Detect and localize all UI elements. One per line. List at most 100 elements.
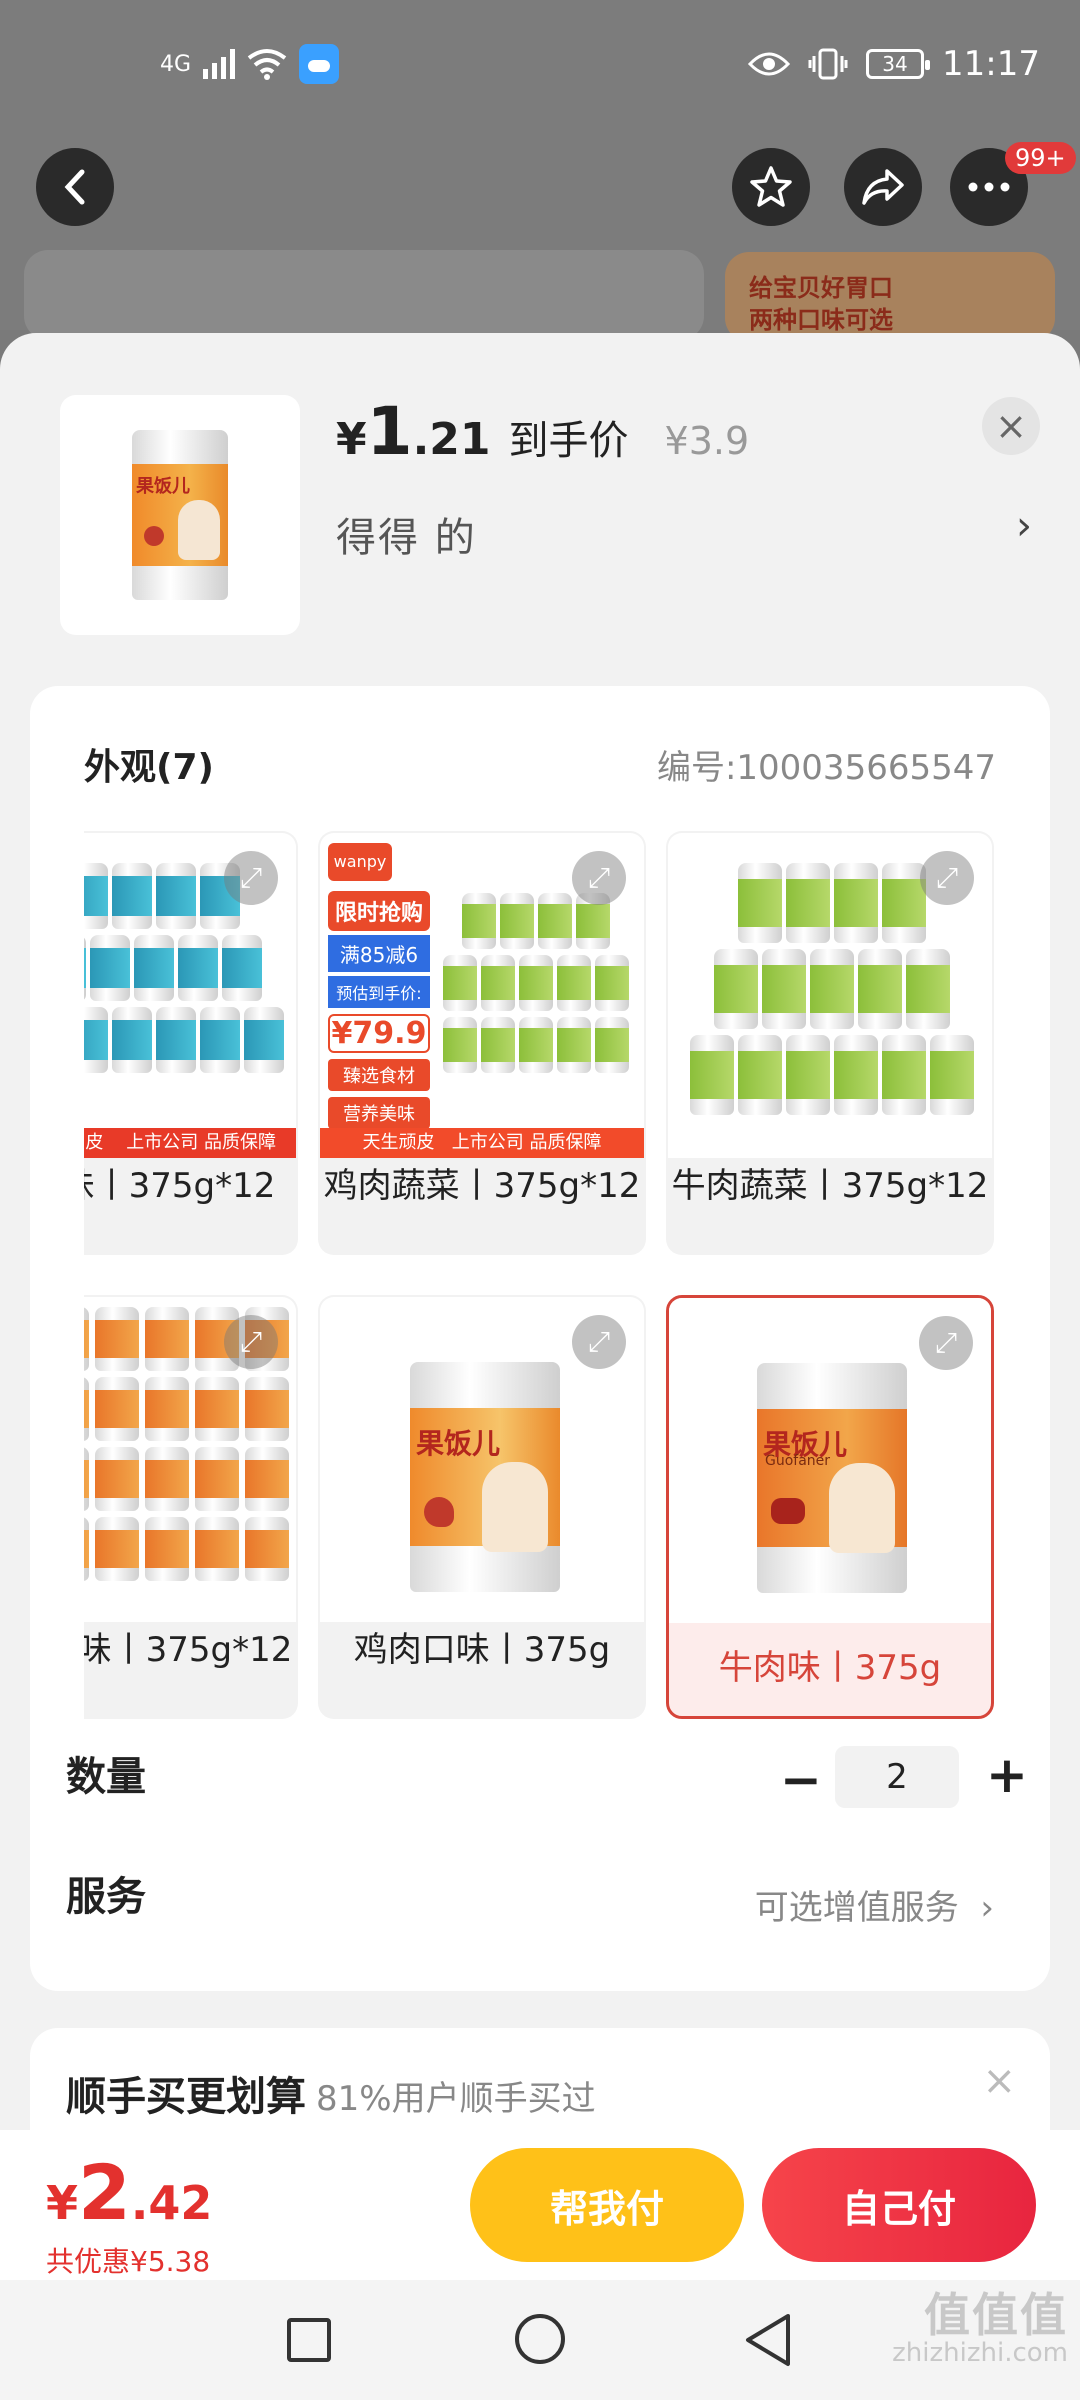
option-tile[interactable]: 果饭儿 ⤢ 鸡肉口味丨375g — [318, 1295, 646, 1719]
appearance-title: 外观(7) — [84, 747, 214, 788]
dog-illustration — [829, 1463, 895, 1553]
close-icon: × — [995, 404, 1027, 448]
can-image — [481, 955, 515, 1011]
option-image-strip: 皮 上市公司 品质保障 — [84, 1128, 296, 1158]
recents-icon[interactable] — [287, 2318, 331, 2362]
can-image — [245, 1377, 289, 1441]
option-tile-selected[interactable]: 果饭儿 Guofaner ⤢ 牛肉味丨375g — [666, 1295, 994, 1719]
clock: 11:17 — [942, 44, 1040, 84]
strip-right: 上市公司 品质保障 — [451, 1132, 602, 1153]
can-image — [538, 893, 572, 949]
favorite-button[interactable] — [732, 148, 810, 226]
expand-icon[interactable]: ⤢ — [572, 1315, 626, 1369]
banner-line-2: 两种口味可选 — [749, 306, 893, 334]
can-image — [195, 1517, 239, 1581]
bundle-subtitle: 81%用户顺手买过 — [316, 2079, 596, 2119]
share-button[interactable] — [844, 148, 922, 226]
watermark-url: zhizhizhi.com — [892, 2338, 1068, 2368]
can-image — [738, 863, 782, 943]
sku-selector-sheet: 果饭儿 ¥ 1 .21 到手价 ¥3.9 × 得得 的 › 外观(7) 编号:1… — [0, 333, 1080, 2130]
meat-icon — [144, 526, 164, 546]
can-image — [200, 1007, 240, 1073]
price-integer: 1 — [366, 393, 413, 470]
expand-icon[interactable]: ⤢ — [224, 851, 278, 905]
promo-discount: 满85减6 — [328, 935, 430, 972]
total-price: ¥ 2 .42 — [46, 2148, 212, 2237]
background-banner: 给宝贝好胃口 两种口味可选 — [725, 252, 1055, 342]
can-image — [882, 1035, 926, 1115]
option-tile[interactable]: wanpy 限时抢购 满85减6 预估到手价: ¥79.9 臻选食材 营养美味 … — [318, 831, 646, 1255]
back-button[interactable] — [36, 148, 114, 226]
option-image-strip: 天生顽皮 上市公司 品质保障 — [320, 1128, 644, 1158]
can-image — [84, 935, 86, 1001]
star-icon — [750, 166, 792, 207]
help-pay-button[interactable]: 帮我付 — [470, 2148, 744, 2262]
can-image — [145, 1517, 189, 1581]
can-image — [95, 1307, 139, 1371]
product-thumbnail[interactable]: 果饭儿 — [60, 395, 300, 635]
can-subtitle: Guofaner — [765, 1453, 831, 1469]
quantity-input[interactable]: 2 — [835, 1746, 959, 1808]
strip-left: 天生顽皮 — [362, 1132, 435, 1153]
home-icon[interactable] — [515, 2314, 565, 2364]
bundle-heading: 顺手买更划算 81%用户顺手买过 — [66, 2064, 596, 2122]
total-integer: 2 — [78, 2148, 131, 2237]
network-type: 4G — [160, 51, 192, 77]
expand-icon[interactable]: ⤢ — [224, 1315, 278, 1369]
chevron-right-icon[interactable]: › — [1016, 503, 1032, 549]
promo-headline: 限时抢购 — [328, 891, 430, 931]
can-image — [738, 1035, 782, 1115]
can-image — [244, 1007, 284, 1073]
can-image — [786, 863, 830, 943]
price-row: ¥ 1 .21 到手价 ¥3.9 — [336, 393, 749, 470]
can-image — [222, 935, 262, 1001]
can-image — [714, 949, 758, 1029]
vibrate-icon — [808, 48, 848, 80]
quantity-increase-button[interactable]: + — [986, 1746, 1028, 1804]
can-image — [90, 935, 130, 1001]
can-image — [84, 1377, 89, 1441]
option-tile[interactable]: ⤢ 鸡肉口味丨375g*12 — [84, 1295, 298, 1719]
price-label: 到手价 — [508, 418, 629, 464]
option-tile[interactable]: 皮 上市公司 品质保障 ⤢ 牛肉味丨375g*12 — [84, 831, 298, 1255]
expand-icon[interactable]: ⤢ — [919, 1316, 973, 1370]
promo-poster: wanpy 限时抢购 满85减6 预估到手价: ¥79.9 臻选食材 营养美味 — [328, 843, 430, 1133]
can-image — [595, 1017, 629, 1073]
expand-icon[interactable]: ⤢ — [572, 851, 626, 905]
can-image — [786, 1035, 830, 1115]
background-card — [24, 250, 704, 340]
can-image — [443, 955, 477, 1011]
option-label: 牛肉蔬菜丨375g*12 — [671, 1166, 989, 1206]
can-image — [906, 949, 950, 1029]
can-image — [834, 1035, 878, 1115]
can-image: 果饭儿 Guofaner — [757, 1363, 907, 1593]
total-savings: 共优惠¥5.38 — [46, 2245, 211, 2278]
service-value: 可选增值服务 — [754, 1888, 959, 1928]
can-image — [145, 1307, 189, 1371]
promo-tag: 臻选食材 — [328, 1059, 430, 1091]
can-image — [195, 1377, 239, 1441]
eye-icon — [748, 52, 791, 76]
price-decimal: .21 — [412, 414, 491, 465]
strip-prefix: 皮 — [85, 1132, 104, 1153]
can-image — [462, 893, 496, 949]
quantity-decrease-button[interactable]: − — [780, 1751, 822, 1809]
can-image — [178, 935, 218, 1001]
self-pay-button[interactable]: 自己付 — [762, 2148, 1036, 2262]
dog-illustration — [178, 500, 220, 560]
dog-illustration — [482, 1462, 548, 1552]
bundle-close-icon[interactable]: × — [982, 2058, 1016, 2104]
can-image — [112, 863, 152, 929]
can-image — [810, 949, 854, 1029]
more-icon — [968, 182, 1010, 192]
can-image — [156, 1007, 196, 1073]
close-button[interactable]: × — [982, 397, 1040, 455]
total-decimal: .42 — [130, 2176, 213, 2230]
chevron-left-icon — [64, 169, 85, 205]
service-selector[interactable]: 可选增值服务 › — [755, 1880, 994, 1929]
expand-icon[interactable]: ⤢ — [920, 851, 974, 905]
option-tile[interactable]: ⤢ 牛肉蔬菜丨375g*12 — [666, 831, 994, 1255]
back-triangle-icon[interactable] — [742, 2312, 794, 2368]
promo-price: ¥79.9 — [328, 1014, 430, 1053]
selection-summary[interactable]: 得得 的 — [336, 505, 477, 563]
